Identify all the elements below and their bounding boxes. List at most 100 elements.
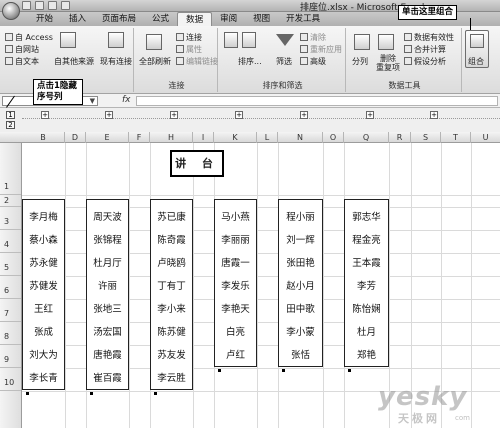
what-if-button[interactable]: 假设分析 (404, 56, 446, 67)
seat-cell[interactable]: 张成 (22, 324, 65, 338)
expand-group-button[interactable]: + (105, 111, 113, 119)
consolidate-button[interactable]: 合并计算 (404, 44, 446, 55)
seat-cell[interactable]: 王本霞 (344, 255, 389, 269)
reapply-button[interactable]: 重新应用 (300, 44, 342, 55)
seat-cell[interactable]: 刘大为 (22, 347, 65, 361)
expand-group-button[interactable]: + (430, 111, 438, 119)
column-header[interactable]: O (323, 132, 344, 143)
column-header[interactable]: S (411, 132, 441, 143)
seat-cell[interactable]: 卢红 (214, 347, 257, 361)
seat-cell[interactable]: 程小丽 (278, 209, 323, 223)
formula-input[interactable] (136, 96, 498, 106)
row-header[interactable]: 1 (0, 143, 21, 195)
expand-group-button[interactable]: + (300, 111, 308, 119)
seat-cell[interactable]: 王红 (22, 301, 65, 315)
row-header[interactable]: 7 (0, 299, 21, 322)
seat-cell[interactable]: 苏已康 (150, 209, 193, 223)
sort-button[interactable]: 排序... (238, 56, 262, 67)
seat-cell[interactable]: 马小燕 (214, 209, 257, 223)
seat-cell[interactable]: 陈苏健 (150, 324, 193, 338)
data-validation-button[interactable]: 数据有效性 (404, 32, 454, 43)
row-header[interactable]: 10 (0, 368, 21, 391)
tab-insert[interactable]: 插入 (61, 12, 94, 26)
row-header[interactable]: 6 (0, 276, 21, 299)
tab-data[interactable]: 数据 (177, 12, 213, 26)
seat-cell[interactable]: 苏友发 (150, 347, 193, 361)
chevron-down-icon[interactable]: ▼ (90, 97, 95, 105)
other-sources-button[interactable]: 自其他来源 (54, 56, 94, 67)
column-header[interactable]: R (389, 132, 411, 143)
clear-button[interactable]: 清除 (300, 32, 326, 43)
expand-group-button[interactable]: + (366, 111, 374, 119)
refresh-all-button[interactable]: 全部刷新 (139, 56, 171, 67)
seat-cell[interactable]: 周天波 (86, 209, 129, 223)
tab-view[interactable]: 视图 (245, 12, 278, 26)
column-header[interactable]: N (278, 132, 323, 143)
seat-cell[interactable]: 张锦程 (86, 232, 129, 246)
existing-connections-button[interactable]: 现有连接 (100, 56, 132, 67)
save-icon[interactable] (22, 1, 31, 10)
connections-button[interactable]: 连接 (176, 32, 202, 43)
seat-cell[interactable]: 杜月 (344, 324, 389, 338)
remove-duplicates-button[interactable]: 删除 重复项 (376, 54, 400, 72)
seat-cell[interactable]: 唐霞一 (214, 255, 257, 269)
seat-cell[interactable]: 张地三 (86, 301, 129, 315)
seat-cell[interactable]: 李发乐 (214, 278, 257, 292)
quick-access-toolbar[interactable] (22, 1, 70, 10)
from-web-button[interactable]: 自网站 (5, 44, 39, 55)
properties-button[interactable]: 属性 (176, 44, 202, 55)
row-header[interactable]: 4 (0, 230, 21, 253)
expand-group-button[interactable]: + (41, 111, 49, 119)
seat-cell[interactable]: 丁有丁 (150, 278, 193, 292)
column-header[interactable]: D (65, 132, 86, 143)
column-header[interactable]: I (193, 132, 214, 143)
seat-cell[interactable]: 杜月厅 (86, 255, 129, 269)
seat-cell[interactable]: 蔡小森 (22, 232, 65, 246)
seat-cell[interactable]: 赵小月 (278, 278, 323, 292)
seat-cell[interactable]: 陈奇霞 (150, 232, 193, 246)
office-button[interactable] (2, 2, 20, 20)
outline-level-1-button[interactable]: 1 (6, 111, 15, 119)
seat-cell[interactable]: 许丽 (86, 278, 129, 292)
outline-level-2-button[interactable]: 2 (6, 121, 15, 129)
seat-cell[interactable]: 刘一辉 (278, 232, 323, 246)
undo-icon[interactable] (35, 1, 44, 10)
seat-cell[interactable]: 汤宏国 (86, 324, 129, 338)
seat-cell[interactable]: 李长青 (22, 370, 65, 384)
podium-label[interactable]: 讲 台 (170, 150, 224, 177)
row-header[interactable]: 3 (0, 207, 21, 230)
row-header[interactable]: 9 (0, 345, 21, 368)
text-to-columns-button[interactable]: 分列 (352, 56, 368, 67)
from-access-button[interactable]: 自 Access (5, 32, 53, 43)
tab-developer[interactable]: 开发工具 (278, 12, 328, 26)
seat-cell[interactable]: 陈怡娴 (344, 301, 389, 315)
expand-group-button[interactable]: + (235, 111, 243, 119)
column-header[interactable]: B (22, 132, 65, 143)
seat-cell[interactable]: 郑艳 (344, 347, 389, 361)
seat-cell[interactable]: 李艳天 (214, 301, 257, 315)
seat-cell[interactable]: 田中歌 (278, 301, 323, 315)
seat-cell[interactable]: 白亮 (214, 324, 257, 338)
seat-cell[interactable]: 张恬 (278, 347, 323, 361)
seat-cell[interactable]: 苏永健 (22, 255, 65, 269)
group-button[interactable]: 组合 (465, 30, 489, 68)
tab-formulas[interactable]: 公式 (144, 12, 177, 26)
tab-review[interactable]: 审阅 (212, 12, 245, 26)
column-header[interactable]: H (150, 132, 193, 143)
seat-cell[interactable]: 李丽丽 (214, 232, 257, 246)
customize-icon[interactable] (61, 1, 70, 10)
seat-cell[interactable]: 李小来 (150, 301, 193, 315)
seat-cell[interactable]: 李云胜 (150, 370, 193, 384)
seat-cell[interactable]: 李芳 (344, 278, 389, 292)
seat-cell[interactable]: 唐艳霞 (86, 347, 129, 361)
fx-icon[interactable]: fx (122, 95, 131, 105)
tab-home[interactable]: 开始 (28, 12, 61, 26)
row-header[interactable]: 2 (0, 195, 21, 207)
seat-cell[interactable]: 张田艳 (278, 255, 323, 269)
column-header[interactable]: E (86, 132, 129, 143)
tab-page-layout[interactable]: 页面布局 (94, 12, 144, 26)
seat-cell[interactable]: 苏健发 (22, 278, 65, 292)
seat-cell[interactable]: 卢晓鸥 (150, 255, 193, 269)
column-header[interactable]: F (129, 132, 150, 143)
column-header[interactable]: T (441, 132, 471, 143)
